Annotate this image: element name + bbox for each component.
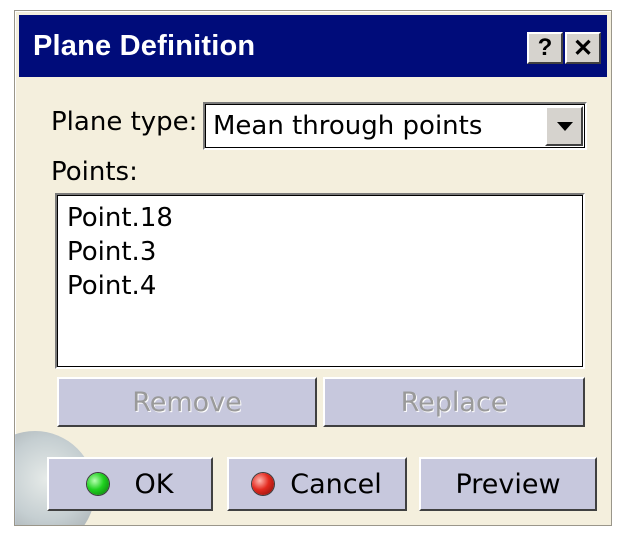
chevron-down-icon xyxy=(557,122,573,131)
plane-type-value: Mean through points xyxy=(213,111,483,141)
preview-label: Preview xyxy=(455,468,561,500)
cancel-button[interactable]: Cancel xyxy=(227,457,407,511)
preview-button[interactable]: Preview xyxy=(419,457,597,511)
green-light-icon xyxy=(86,473,109,495)
points-list[interactable]: Point.18 Point.3 Point.4 xyxy=(55,193,585,369)
list-item[interactable]: Point.3 xyxy=(67,237,156,267)
help-button[interactable]: ? xyxy=(527,32,563,64)
red-light-icon xyxy=(252,473,275,495)
ok-button[interactable]: OK xyxy=(47,457,213,511)
remove-button[interactable]: Remove xyxy=(57,377,317,427)
dialog-title: Plane Definition xyxy=(33,30,256,62)
close-icon: ✕ xyxy=(572,34,594,62)
plane-type-dropdown[interactable]: Mean through points xyxy=(203,102,587,150)
close-button[interactable]: ✕ xyxy=(565,32,601,64)
replace-button[interactable]: Replace xyxy=(323,377,585,427)
points-label: Points: xyxy=(51,157,138,187)
list-item[interactable]: Point.18 xyxy=(67,203,173,233)
plane-definition-dialog: Plane Definition ? ✕ Plane type: Mean th… xyxy=(14,10,612,526)
plane-type-label: Plane type: xyxy=(51,107,198,137)
list-item[interactable]: Point.4 xyxy=(67,271,156,301)
cancel-label: Cancel xyxy=(290,468,382,500)
ok-label: OK xyxy=(134,468,174,500)
title-bar[interactable]: Plane Definition ? ✕ xyxy=(19,15,607,77)
dropdown-arrow-button[interactable] xyxy=(545,106,583,146)
help-icon: ? xyxy=(537,34,553,61)
